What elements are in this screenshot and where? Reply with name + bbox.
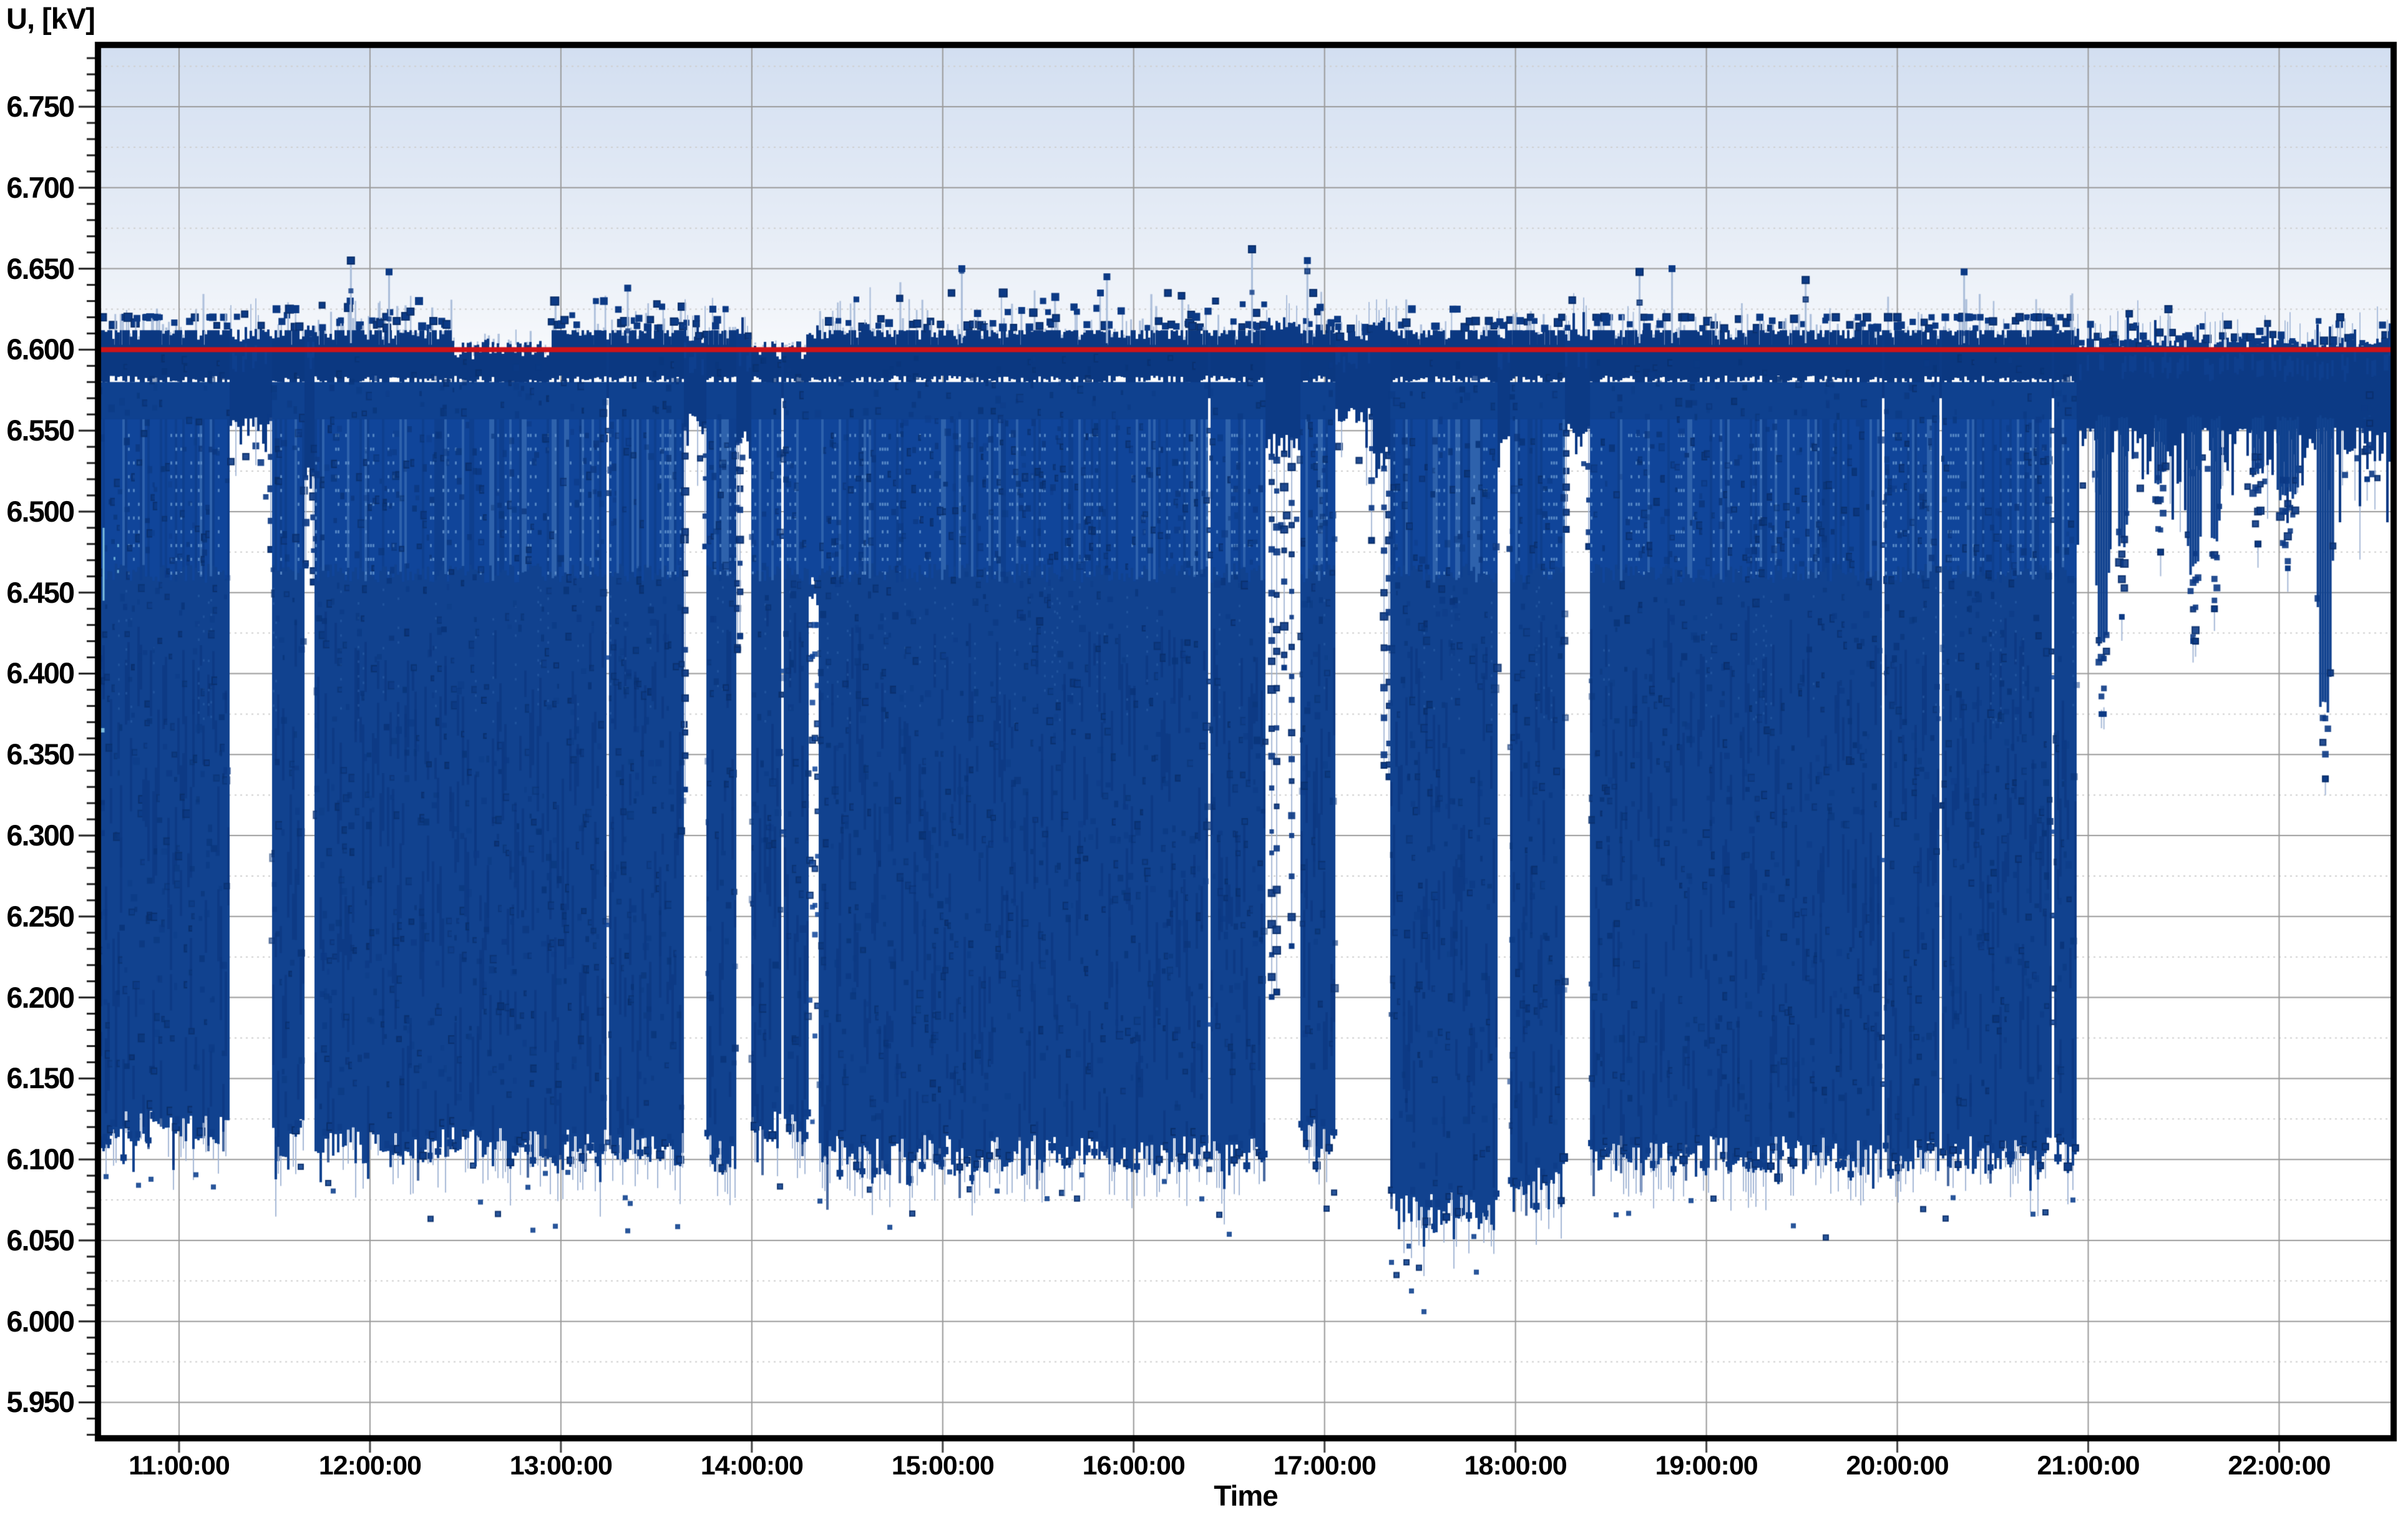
x-tick-label-17:00:00: 17:00:00 — [1225, 1450, 1425, 1481]
y-tick-label-5.950: 5.950 — [0, 1386, 74, 1418]
y-tick-label-6.600: 6.600 — [0, 334, 74, 365]
y-tick-label-6.100: 6.100 — [0, 1144, 74, 1175]
x-tick-label-22:00:00: 22:00:00 — [2179, 1450, 2379, 1481]
y-tick-label-6.650: 6.650 — [0, 253, 74, 285]
y-tick-label-6.550: 6.550 — [0, 415, 74, 446]
y-tick-label-6.250: 6.250 — [0, 901, 74, 932]
x-tick-label-14:00:00: 14:00:00 — [652, 1450, 852, 1481]
x-tick-label-20:00:00: 20:00:00 — [1798, 1450, 1997, 1481]
y-tick-label-6.700: 6.700 — [0, 172, 74, 203]
y-axis-title: U, [kV] — [6, 1, 95, 36]
y-tick-label-6.500: 6.500 — [0, 496, 74, 527]
x-tick-label-12:00:00: 12:00:00 — [270, 1450, 470, 1481]
y-tick-label-6.400: 6.400 — [0, 658, 74, 689]
x-tick-label-21:00:00: 21:00:00 — [1989, 1450, 2188, 1481]
y-tick-label-6.350: 6.350 — [0, 739, 74, 770]
y-tick-label-6.200: 6.200 — [0, 982, 74, 1013]
x-tick-label-16:00:00: 16:00:00 — [1034, 1450, 1234, 1481]
voltage-time-chart: U, [kV] Time 6.750 6.700 6.650 6.600 6.550 6.… — [0, 0, 2408, 1520]
y-tick-label-6.750: 6.750 — [0, 91, 74, 122]
x-tick-label-13:00:00: 13:00:00 — [461, 1450, 661, 1481]
x-tick-label-11:00:00: 11:00:00 — [79, 1450, 279, 1481]
x-tick-label-18:00:00: 18:00:00 — [1416, 1450, 1616, 1481]
y-tick-label-6.300: 6.300 — [0, 820, 74, 851]
x-tick-label-15:00:00: 15:00:00 — [843, 1450, 1043, 1481]
y-tick-label-6.050: 6.050 — [0, 1225, 74, 1256]
x-tick-label-19:00:00: 19:00:00 — [1607, 1450, 1806, 1481]
plot-area-canvas[interactable] — [0, 0, 2408, 1520]
y-tick-label-6.450: 6.450 — [0, 577, 74, 608]
x-axis-title: Time — [1146, 1479, 1346, 1513]
y-tick-label-6.150: 6.150 — [0, 1063, 74, 1094]
y-tick-label-6.000: 6.000 — [0, 1306, 74, 1337]
